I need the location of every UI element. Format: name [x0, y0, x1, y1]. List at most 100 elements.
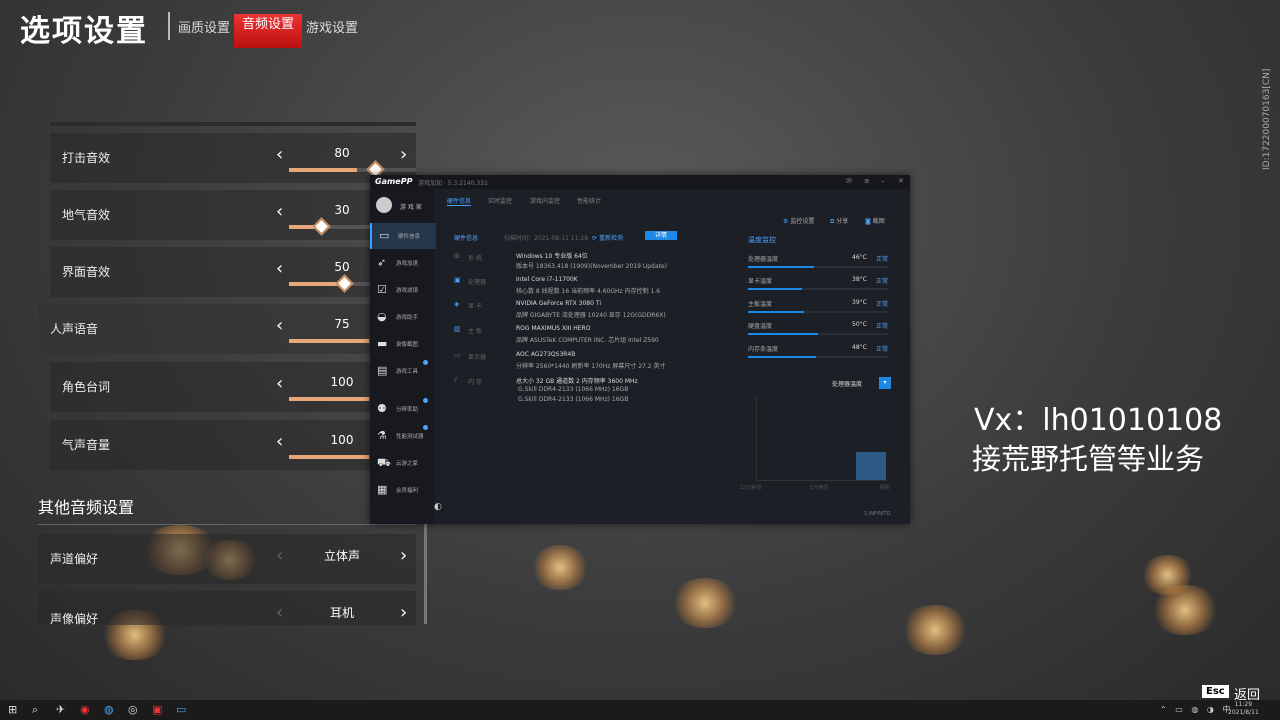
chevron-down-icon[interactable]: ▾: [879, 377, 891, 389]
channel-pref-row[interactable]: 声道偏好 ‹ 立体声 ›: [38, 534, 416, 584]
tab-game[interactable]: 游戏设置: [306, 17, 358, 36]
hw-key: 显示器: [468, 354, 487, 361]
detail-button[interactable]: 详情: [645, 231, 677, 240]
nav-filter[interactable]: ☑ 游戏滤镜: [370, 277, 434, 303]
temp-chart-series: [856, 452, 886, 480]
gamepp-taskbar-icon[interactable]: ▭: [176, 703, 186, 716]
slider-fill: [289, 397, 369, 401]
share-link[interactable]: ⧉ 分享: [830, 216, 848, 226]
tab-graphics[interactable]: 画质设置: [178, 17, 230, 36]
gamepad-icon: ◒: [377, 310, 387, 323]
temp-value: 48°C: [852, 344, 867, 351]
hw-key: 系 统: [468, 255, 482, 262]
system-tray[interactable]: ⌃ ▭ ◍ ◑ 中: [1160, 704, 1233, 715]
memory-icon: ⫽: [454, 376, 458, 384]
nav-benchmark[interactable]: ⚗ 性能测试器: [370, 423, 434, 449]
nav-cloud[interactable]: ⛟ 云游之家: [370, 450, 434, 476]
row-label: 人声语音: [50, 322, 99, 336]
arrow-left-icon[interactable]: ‹: [276, 258, 283, 279]
nav-hardware[interactable]: ▭ 硬件信息: [370, 223, 436, 249]
gp-tab-stats[interactable]: 性能统计: [577, 196, 601, 205]
app-icon[interactable]: ✈: [56, 703, 65, 716]
gp-tab-hardware[interactable]: 硬件信息: [447, 196, 472, 206]
arrow-left-icon[interactable]: ‹: [276, 315, 283, 336]
windows-start-icon[interactable]: ⊞: [8, 703, 17, 716]
scrollbar[interactable]: [424, 520, 427, 624]
nav-boost[interactable]: ➶ 游戏加速: [370, 250, 434, 276]
chart-x-label: 刚刚: [880, 485, 891, 491]
arrow-right-icon[interactable]: ›: [400, 602, 407, 623]
search-icon[interactable]: ⌕: [32, 703, 38, 717]
audio-row-dialogue[interactable]: 角色台词 ‹ 100: [50, 362, 416, 412]
clock[interactable]: 11:29 2021/8/11: [1228, 701, 1259, 717]
nav-assistant[interactable]: ◒ 游戏助手: [370, 304, 434, 330]
menu-icon[interactable]: ≡: [864, 177, 870, 185]
username: 游 戏 家: [400, 204, 422, 211]
temp-bar: [748, 356, 816, 358]
rescan-link[interactable]: ⟳ 重新检测: [592, 233, 623, 242]
row-value: 100: [330, 433, 354, 447]
esc-key-badge[interactable]: Esc: [1202, 685, 1229, 698]
gpu-icon: ◈: [454, 300, 460, 308]
screenshot-link[interactable]: ◙ 截图: [865, 216, 885, 225]
windows-icon: ⊞: [454, 252, 460, 260]
gamepp-window[interactable]: GamePP 游戏加加 · 5.3.2140.332 ✉ ≡ – ✕ 游 戏 家…: [370, 175, 910, 524]
arrow-left-icon[interactable]: ‹: [276, 201, 283, 222]
temp-bar: [748, 333, 818, 335]
arrow-left-icon[interactable]: ‹: [276, 144, 283, 165]
temp-name: 主板温度: [748, 301, 773, 308]
audio-row-voice[interactable]: 人声语音 ‹ 75 ›: [38, 304, 416, 354]
close-icon[interactable]: ✕: [898, 177, 904, 185]
slider-knob[interactable]: [335, 274, 354, 293]
nav-tools[interactable]: ▤ 游戏工具: [370, 358, 434, 384]
arrow-right-icon[interactable]: ›: [400, 144, 407, 165]
gp-tab-monitor[interactable]: 实时监控: [488, 196, 512, 205]
invader-icon: ⚉: [377, 402, 387, 415]
audio-row-breath[interactable]: 气声音量 ‹ 100: [50, 420, 416, 470]
row-label: 界面音效: [62, 265, 111, 279]
game-icon[interactable]: ▣: [152, 703, 162, 716]
temp-value: 39°C: [852, 299, 867, 306]
collapse-icon[interactable]: ◐: [434, 502, 442, 512]
nav-resolution[interactable]: ⚉ 分辨率助: [370, 396, 434, 422]
temp-name: 硬盘温度: [748, 323, 773, 330]
hw-key: 处理器: [468, 279, 487, 286]
audio-row-ui[interactable]: 界面音效 ‹ 50 ›: [50, 247, 416, 297]
audio-row-ground[interactable]: 地气音效 ‹ 30 ›: [50, 190, 416, 240]
monitor-settings-link[interactable]: ⚙ 监控设置: [783, 216, 814, 225]
slider-knob[interactable]: [312, 217, 331, 236]
volume-slider[interactable]: [289, 160, 416, 179]
gift-icon: ▦: [377, 483, 388, 496]
arrow-left-icon[interactable]: ‹: [276, 602, 283, 623]
video-icon: ▬: [377, 337, 388, 350]
arrow-left-icon[interactable]: ‹: [276, 431, 283, 452]
list-top-edge: [50, 122, 416, 126]
mail-icon[interactable]: ✉: [846, 177, 852, 185]
arrow-left-icon[interactable]: ‹: [276, 373, 283, 394]
avatar[interactable]: [376, 197, 392, 213]
section-title: 其他音频设置: [38, 498, 135, 517]
gamepp-titlebar[interactable]: GamePP 游戏加加 · 5.3.2140.332 ✉ ≡ – ✕: [370, 175, 910, 189]
page-title: 选项设置: [20, 14, 148, 49]
audio-row-hit[interactable]: 打击音效 ‹ 80 ›: [50, 133, 416, 183]
gamepp-version: 游戏加加 · 5.3.2140.332: [418, 180, 488, 187]
minimize-icon[interactable]: –: [881, 177, 885, 185]
row-label: 声道偏好: [50, 552, 99, 566]
browser-icon[interactable]: ◍: [104, 703, 114, 716]
steam-icon[interactable]: ◎: [128, 703, 138, 716]
temp-name: 内存条温度: [748, 346, 779, 353]
slider-fill: [289, 455, 369, 459]
netease-icon[interactable]: ◉: [80, 703, 90, 716]
arrow-right-icon[interactable]: ›: [400, 545, 407, 566]
temp-select-label: 处理器温度: [832, 381, 863, 388]
nav-vip[interactable]: ▦ 会员福利: [370, 477, 434, 503]
row-value: 耳机: [329, 606, 354, 620]
temp-value: 38°C: [852, 276, 867, 283]
footer-brand: 1.INFINITO: [864, 511, 891, 517]
gp-tab-ingame[interactable]: 游戏内监控: [530, 196, 560, 205]
camera-icon: ◙: [865, 218, 871, 225]
nav-record[interactable]: ▬ 录像截图: [370, 331, 434, 357]
tab-audio[interactable]: 音频设置: [234, 14, 303, 48]
arrow-left-icon[interactable]: ‹: [276, 545, 283, 566]
panning-pref-row[interactable]: 声像偏好 ‹ 耳机 ›: [38, 591, 416, 626]
